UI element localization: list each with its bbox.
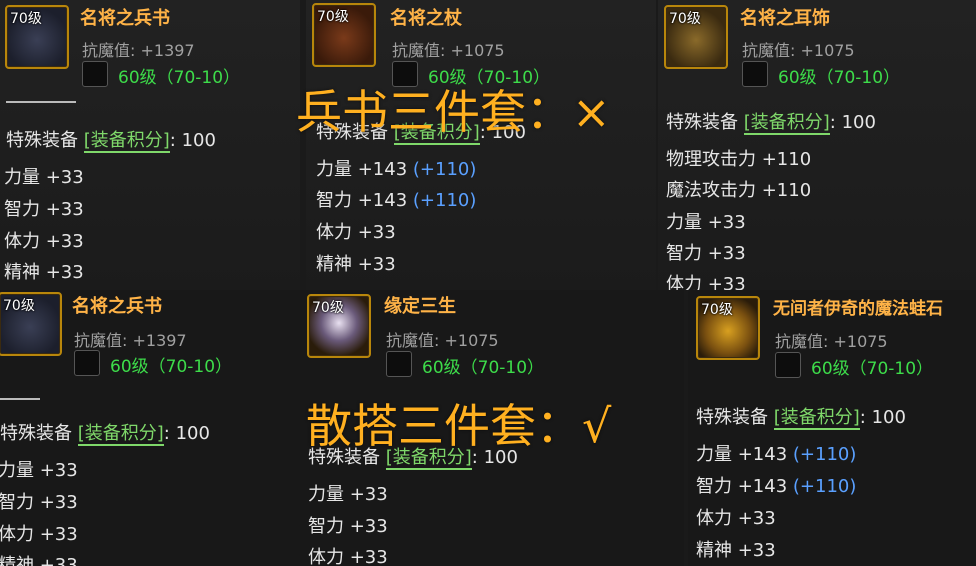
gem-level: 60级（70-10） <box>118 68 241 88</box>
item-level: 70级 <box>669 11 701 27</box>
stat-line: 体力 +33 <box>4 231 84 252</box>
stat-line: 力量 +33 <box>0 460 78 481</box>
stat-line: 体力 +33 <box>316 222 396 243</box>
equipment-score-tag[interactable]: [装备积分] <box>83 130 170 153</box>
resist-value: 抗魔值: +1397 <box>82 41 195 60</box>
diamond-gem-icon <box>82 61 108 87</box>
set-bonus-caption-top: 兵书三件套：× <box>296 85 611 139</box>
stat-line: 体力 +33 <box>0 524 78 545</box>
stat-line: 智力 +33 <box>0 492 78 513</box>
stat-base: 力量 +143 <box>316 159 408 180</box>
diamond-gem-icon <box>775 352 801 378</box>
stat-line: 力量 +143 (+110) <box>316 155 476 181</box>
resist-value: 抗魔值: +1397 <box>74 331 187 350</box>
item-tooltip-book-bottom: 70级 名将之兵书 抗魔值: +1397 60级（70-10） 特殊装备 [装备… <box>0 290 300 566</box>
item-name: 缘定三生 <box>384 296 456 317</box>
divider <box>0 398 40 400</box>
stat-line: 魔法攻击力 +110 <box>666 180 812 201</box>
equipment-score-tag[interactable]: [装备积分] <box>743 112 830 135</box>
gem-level: 60级（70-10） <box>110 357 233 377</box>
stat-line: 物理攻击力 +110 <box>666 149 812 170</box>
stat-base: 智力 +143 <box>316 190 408 211</box>
special-equipment-line: 特殊装备 [装备积分]: 100 <box>6 126 216 153</box>
item-name: 名将之杖 <box>390 8 462 29</box>
item-level: 70级 <box>701 302 733 318</box>
diamond-gem-icon <box>74 350 100 376</box>
pearl-staff-icon[interactable]: 70级 <box>307 294 371 358</box>
item-level: 70级 <box>3 298 35 314</box>
stat-bonus: (+110) <box>792 476 857 497</box>
special-equipment-line: 特殊装备 [装备积分]: 100 <box>0 419 210 446</box>
diamond-gem-icon <box>742 61 768 87</box>
item-tooltip-staff: 70级 名将之杖 抗魔值: +1075 60级（70-10） 特殊装备 [装备积… <box>306 0 656 290</box>
special-value: : 100 <box>163 423 210 444</box>
special-label: 特殊装备 <box>0 423 72 444</box>
item-name: 名将之耳饰 <box>740 8 830 29</box>
stat-line: 体力 +33 <box>308 547 388 566</box>
gem-level: 60级（70-10） <box>811 359 934 379</box>
stat-line: 智力 +143 (+110) <box>696 472 856 498</box>
stat-base: 力量 +143 <box>696 444 788 465</box>
special-equipment-line: 特殊装备 [装备积分]: 100 <box>666 108 876 135</box>
special-label: 特殊装备 <box>666 112 738 133</box>
special-equipment-line: 特殊装备 [装备积分]: 100 <box>696 403 906 430</box>
stat-line: 智力 +33 <box>666 243 746 264</box>
divider <box>6 101 76 103</box>
resist-value: 抗魔值: +1075 <box>742 41 855 60</box>
resist-value: 抗魔值: +1075 <box>775 332 888 351</box>
stat-line: 智力 +33 <box>308 516 388 537</box>
item-name: 无间者伊奇的魔法蛙石 <box>773 299 943 319</box>
equipment-score-tag[interactable]: [装备积分] <box>773 407 860 430</box>
special-label: 特殊装备 <box>6 130 78 151</box>
item-name: 名将之兵书 <box>72 296 162 317</box>
set-bonus-caption-bottom: 散搭三件套：√ <box>306 399 612 453</box>
stat-line: 体力 +33 <box>666 274 746 290</box>
stat-bonus: (+110) <box>412 190 477 211</box>
gem-level: 60级（70-10） <box>422 358 545 378</box>
book-icon[interactable]: 70级 <box>5 5 69 69</box>
resist-value: 抗魔值: +1075 <box>392 41 505 60</box>
earring-icon[interactable]: 70级 <box>664 5 728 69</box>
stat-line: 精神 +33 <box>4 262 84 283</box>
stat-base: 智力 +143 <box>696 476 788 497</box>
equipment-score-tag[interactable]: [装备积分] <box>77 423 164 446</box>
stat-line: 力量 +33 <box>4 167 84 188</box>
item-level: 70级 <box>317 9 349 25</box>
stat-line: 精神 +33 <box>0 555 78 566</box>
special-value: : 100 <box>829 112 876 133</box>
stat-line: 精神 +33 <box>316 254 396 275</box>
book-icon[interactable]: 70级 <box>0 292 62 356</box>
special-value: : 100 <box>859 407 906 428</box>
stat-line: 力量 +143 (+110) <box>696 440 856 466</box>
item-tooltip-frog-stone: 70级 无间者伊奇的魔法蛙石 抗魔值: +1075 60级（70-10） 特殊装… <box>688 290 976 566</box>
diamond-gem-icon <box>386 351 412 377</box>
special-label: 特殊装备 <box>696 407 768 428</box>
item-tooltip-book-top: 70级 名将之兵书 抗魔值: +1397 60级（70-10） 特殊装备 [装备… <box>0 0 300 290</box>
stat-line: 力量 +33 <box>666 212 746 233</box>
stat-line: 智力 +33 <box>4 199 84 220</box>
stat-line: 精神 +33 <box>696 540 776 561</box>
special-value: : 100 <box>169 130 216 151</box>
item-level: 70级 <box>10 11 42 27</box>
frog-stone-icon[interactable]: 70级 <box>696 296 760 360</box>
stat-bonus: (+110) <box>792 444 857 465</box>
stat-line: 智力 +143 (+110) <box>316 186 476 212</box>
gem-level: 60级（70-10） <box>778 68 901 88</box>
stat-bonus: (+110) <box>412 159 477 180</box>
item-level: 70级 <box>312 300 344 316</box>
stat-line: 力量 +33 <box>308 484 388 505</box>
item-tooltip-earring: 70级 名将之耳饰 抗魔值: +1075 60级（70-10） 特殊装备 [装备… <box>658 0 976 290</box>
item-name: 名将之兵书 <box>80 8 170 29</box>
staff-icon[interactable]: 70级 <box>312 3 376 67</box>
stat-line: 体力 +33 <box>696 508 776 529</box>
resist-value: 抗魔值: +1075 <box>386 331 499 350</box>
